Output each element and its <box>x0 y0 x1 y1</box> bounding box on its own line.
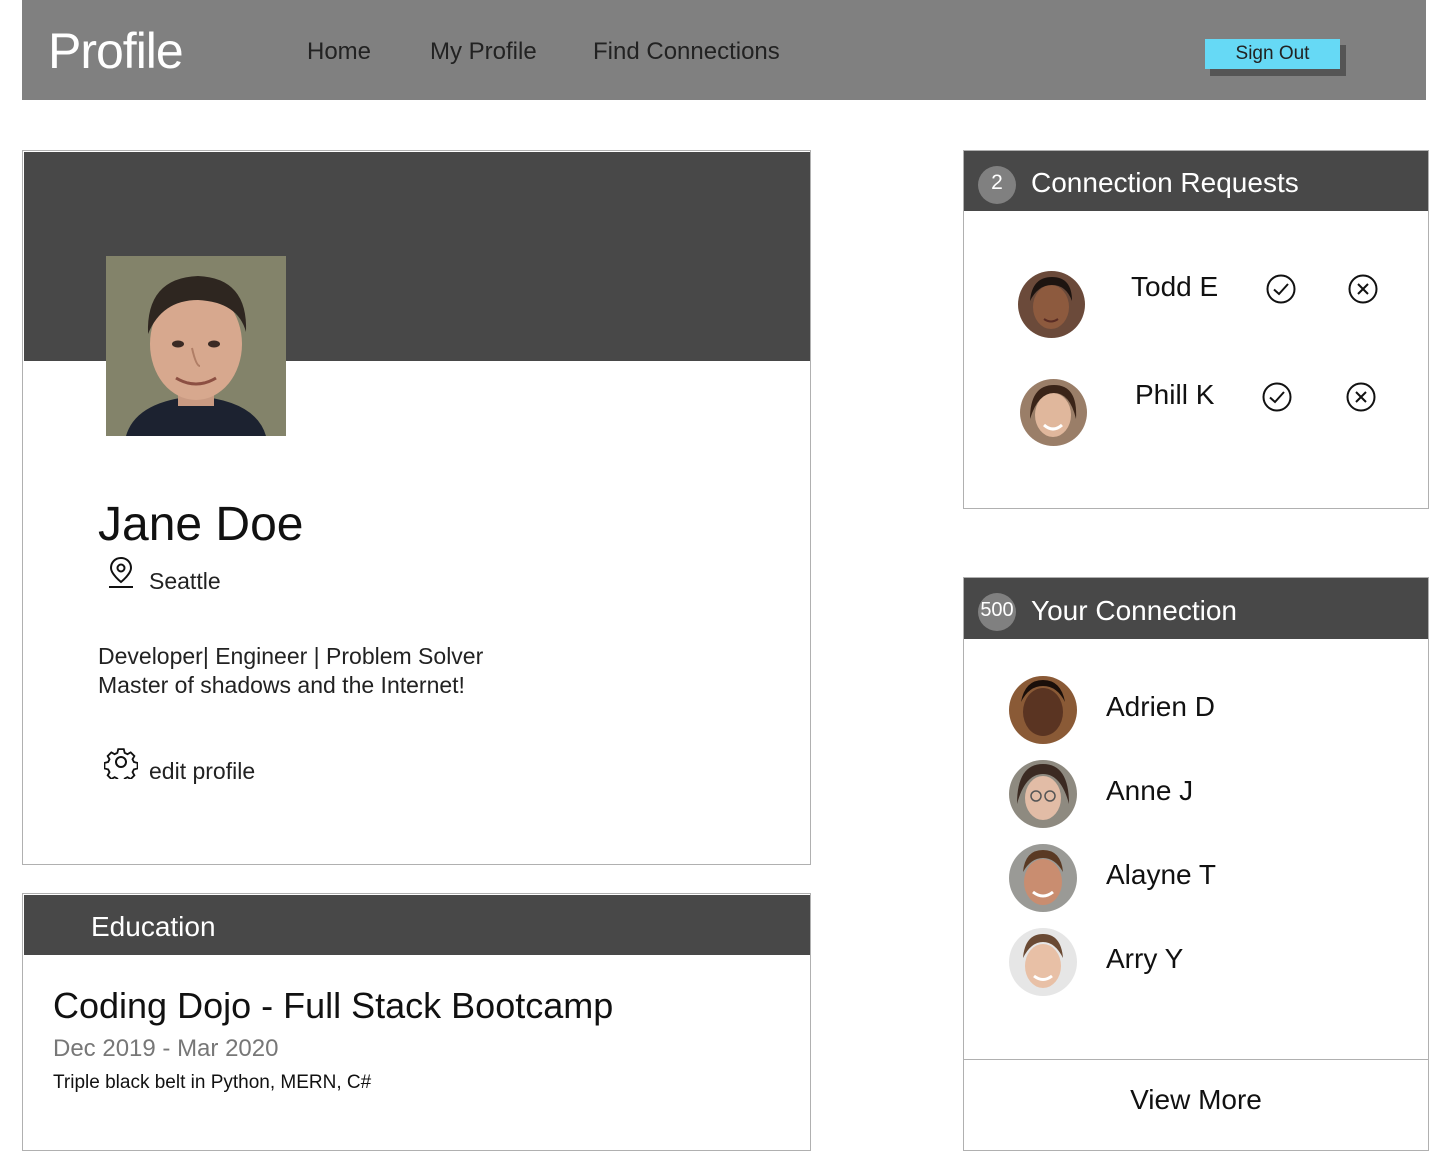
profile-avatar <box>106 256 286 436</box>
connection-count-badge: 500 <box>978 593 1016 631</box>
connection-avatar[interactable] <box>1009 760 1077 828</box>
connection-name[interactable]: Adrien D <box>1106 691 1215 723</box>
reject-x-icon[interactable] <box>1345 381 1377 413</box>
nav-my-profile[interactable]: My Profile <box>430 38 537 66</box>
profile-name: Jane Doe <box>98 498 304 551</box>
avatar-image <box>1018 271 1085 338</box>
profile-location: Seattle <box>149 568 221 594</box>
education-title: Education <box>91 911 216 942</box>
connection-name[interactable]: Arry Y <box>1106 943 1183 975</box>
avatar-image <box>1009 928 1077 996</box>
bio-line-2: Master of shadows and the Internet! <box>98 672 465 698</box>
education-dates: Dec 2019 - Mar 2020 <box>53 1035 279 1062</box>
education-description: Triple black belt in Python, MERN, C# <box>53 1072 372 1093</box>
requests-title: Connection Requests <box>1031 167 1299 198</box>
connection-name[interactable]: Anne J <box>1106 775 1193 807</box>
requests-count-badge: 2 <box>978 166 1016 204</box>
avatar-image <box>1009 760 1077 828</box>
connection-avatar[interactable] <box>1009 928 1077 996</box>
connection-title: Your Connection <box>1031 595 1238 626</box>
nav-home[interactable]: Home <box>307 38 371 66</box>
avatar-image <box>1009 676 1077 744</box>
connection-avatar[interactable] <box>1009 844 1077 912</box>
sign-out-button[interactable]: Sign Out <box>1205 39 1340 69</box>
request-avatar <box>1018 271 1085 338</box>
map-pin-icon <box>109 556 133 588</box>
accept-check-icon[interactable] <box>1265 273 1297 305</box>
profile-photo <box>106 256 286 436</box>
bio-line-1: Developer| Engineer | Problem Solver <box>98 643 484 669</box>
brand-title: Profile <box>48 23 184 79</box>
education-school: Coding Dojo - Full Stack Bootcamp <box>53 985 614 1026</box>
nav-find-connections[interactable]: Find Connections <box>593 38 780 66</box>
profile-bio: Developer| Engineer | Problem Solver Mas… <box>98 642 483 700</box>
edit-profile-link[interactable]: edit profile <box>149 758 255 785</box>
avatar-image <box>1020 379 1087 446</box>
connection-name[interactable]: Alayne T <box>1106 859 1216 891</box>
avatar-image <box>1009 844 1077 912</box>
request-name: Todd E <box>1131 271 1219 302</box>
connection-divider <box>964 1059 1428 1060</box>
request-name: Phill K <box>1135 379 1215 410</box>
connection-avatar[interactable] <box>1009 676 1077 744</box>
reject-x-icon[interactable] <box>1347 273 1379 305</box>
accept-check-icon[interactable] <box>1261 381 1293 413</box>
gear-icon[interactable] <box>104 745 138 779</box>
request-avatar <box>1020 379 1087 446</box>
view-more-link[interactable]: View More <box>964 1084 1428 1116</box>
